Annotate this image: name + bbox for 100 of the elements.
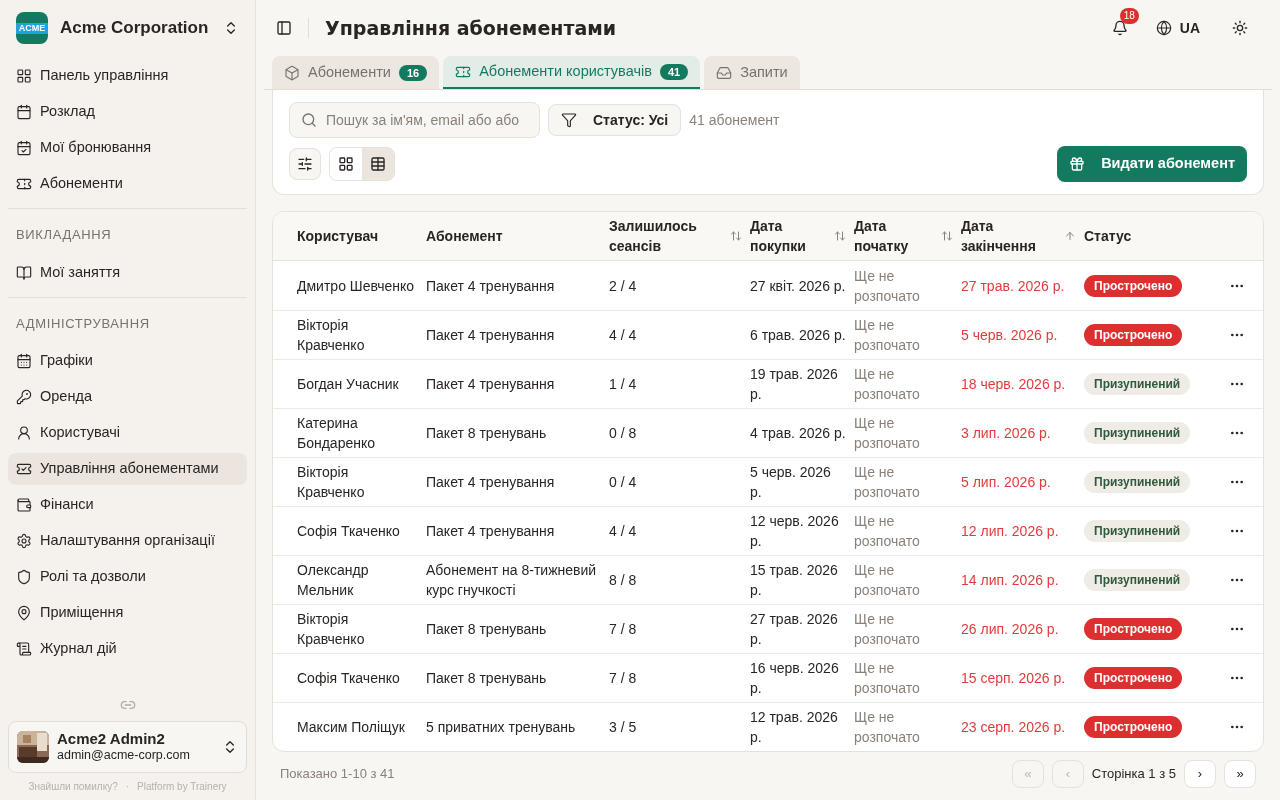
search-field[interactable]: Пошук за ім'ям, email або або (289, 102, 540, 138)
filter-icon (561, 112, 577, 128)
settings-button[interactable] (289, 148, 321, 180)
tab[interactable]: Запити (704, 56, 800, 89)
nav-item[interactable]: Приміщення (8, 597, 247, 629)
column-header[interactable]: Статус (1084, 226, 1203, 246)
table-cell-text: Дмитро Шевченко (297, 276, 416, 296)
table-cell-text: 5 черв. 2026 р. (961, 326, 1059, 345)
box-icon (284, 64, 300, 81)
separator: · (125, 780, 130, 794)
table-cell-text: Пакет 8 тренувань (426, 620, 548, 639)
status-badge: Призупинений (1084, 569, 1191, 591)
column-header[interactable]: Дата покупки (750, 216, 834, 256)
organization-name: Acme Corporation (60, 17, 210, 40)
table-cell-text: 7 / 8 (609, 669, 638, 688)
dashboard-icon (16, 68, 32, 84)
table-cell-text: 18 черв. 2026 р. (961, 375, 1067, 394)
table-cell-text: Ще не розпочато (854, 659, 921, 698)
column-header[interactable]: Абонемент (426, 226, 601, 246)
table-view-button[interactable] (362, 148, 394, 180)
issue-pass-button[interactable]: Видати абонемент (1057, 146, 1247, 182)
table-cell-text: Максим Поліщук (297, 718, 406, 737)
table-cell-text: 16 черв. 2026 р. (750, 659, 840, 698)
nav-item[interactable]: Оренда (8, 381, 247, 413)
column-header[interactable]: Дата закінчення (961, 216, 1064, 256)
table-cell-text: 6 трав. 2026 р. (750, 326, 847, 345)
pagination-button[interactable]: » (1224, 760, 1256, 788)
table-cell-text: 1 / 4 (609, 375, 638, 394)
table-cell-text: Софія Ткаченко (297, 522, 401, 541)
table-icon (370, 156, 386, 172)
table-cell-text: 3 / 5 (609, 718, 638, 737)
pagination-button[interactable]: › (1184, 760, 1216, 788)
nav-item[interactable]: Мої бронювання (8, 132, 247, 164)
column-header[interactable]: Користувач (297, 226, 418, 246)
column-header[interactable]: Дата початку (854, 216, 941, 256)
table-cell-text: Пакет 4 тренування (426, 326, 556, 345)
table-cell-text: Ще не розпочато (854, 708, 921, 747)
table-cell-text: Вікторія Кравченко (297, 610, 366, 649)
nav-item[interactable]: Панель управління (8, 60, 247, 92)
sort-icon[interactable] (730, 230, 742, 242)
status-badge: Призупинений (1084, 471, 1191, 493)
notification-bell-icon[interactable] (1111, 20, 1128, 36)
scroll-icon (16, 641, 32, 657)
nav-item[interactable]: Фінанси (8, 489, 247, 521)
table-cell-text: Ще не розпочато (854, 463, 921, 502)
theme-icon[interactable] (1232, 20, 1248, 36)
company-logo: ACME (16, 12, 48, 44)
nav-item[interactable]: Абонементи (8, 168, 247, 200)
table-cell-text: 15 серп. 2026 р. (961, 669, 1067, 688)
table-cell-text: 5 черв. 2026 р. (750, 463, 832, 502)
nav-item[interactable]: Налаштування організації (8, 525, 247, 557)
ticket-icon (16, 176, 32, 192)
table-cell-text: 0 / 8 (609, 424, 638, 443)
calendar-icon (16, 104, 32, 120)
key-icon (16, 389, 32, 405)
table-cell-text: 2 / 4 (609, 276, 638, 296)
status-badge: Прострочено (1084, 618, 1183, 640)
table-cell-text: Вікторія Кравченко (297, 463, 366, 502)
table-cell-text: 27 трав. 2026 р. (961, 276, 1066, 296)
status-badge: Прострочено (1084, 324, 1183, 346)
table-cell-text: Вікторія Кравченко (297, 316, 366, 355)
tab[interactable]: Абонементи користувачів 41 (443, 56, 701, 89)
shield-icon (16, 569, 32, 585)
user-card[interactable]: Acme2 Admin2 admin@acme-corp.com (8, 720, 247, 773)
table-cell-text: Софія Ткаченко (297, 669, 401, 688)
table-cell-text: 7 / 8 (609, 620, 638, 639)
language-button[interactable]: UA (1155, 17, 1200, 39)
nav-item[interactable]: Графіки (8, 345, 247, 377)
table-cell-text: Пакет 4 тренування (426, 375, 556, 394)
status-filter-button[interactable]: Статус: Усі (548, 104, 682, 136)
table-cell-text: Пакет 4 тренування (426, 522, 556, 541)
table-cell-text: Ще не розпочато (854, 561, 921, 600)
table-cell-text: 4 / 4 (609, 522, 638, 541)
nav-item[interactable]: Журнал дій (8, 633, 247, 665)
table-cell-text: Абонемент на 8-тижневий курс гнучкості (426, 561, 598, 600)
table-cell-text: 15 трав. 2026 р. (750, 561, 839, 600)
table-cell-text: 4 трав. 2026 р. (750, 424, 847, 443)
nav-item[interactable]: Ролі та дозволи (8, 561, 247, 593)
count-badge: 16 (398, 64, 428, 81)
nav-item[interactable]: Розклад (8, 96, 247, 128)
table-cell-text: Катерина Бондаренко (297, 414, 377, 453)
column-header[interactable]: Залишилось сеансів (609, 216, 730, 256)
sort-icon[interactable] (941, 230, 953, 242)
tab[interactable]: Абонементи 16 (272, 56, 440, 89)
section-heading: АДМІНІСТРУВАННЯ (15, 314, 151, 333)
table-cell-text: Ще не розпочато (854, 610, 921, 649)
nav-item[interactable]: Управління абонементами (8, 453, 247, 485)
sort-icon[interactable] (834, 230, 846, 242)
table-cell-text: Богдан Учасник (297, 375, 400, 394)
nav-item[interactable]: Користувачі (8, 417, 247, 449)
table-cell-text: 5 приватних тренувань (426, 718, 577, 737)
table-cell-text: Пакет 4 тренування (426, 473, 556, 492)
table-cell-text: 3 лип. 2026 р. (961, 424, 1052, 443)
sidebar-toggle-icon[interactable] (276, 20, 292, 36)
table-cell-text: Ще не розпочато (854, 266, 921, 306)
table-cell-text: Ще не розпочато (854, 316, 921, 355)
location-pin-icon (16, 605, 32, 621)
nav-item[interactable]: Мої заняття (8, 256, 247, 289)
search-icon (301, 112, 317, 128)
table-cell-text: 0 / 4 (609, 473, 638, 492)
